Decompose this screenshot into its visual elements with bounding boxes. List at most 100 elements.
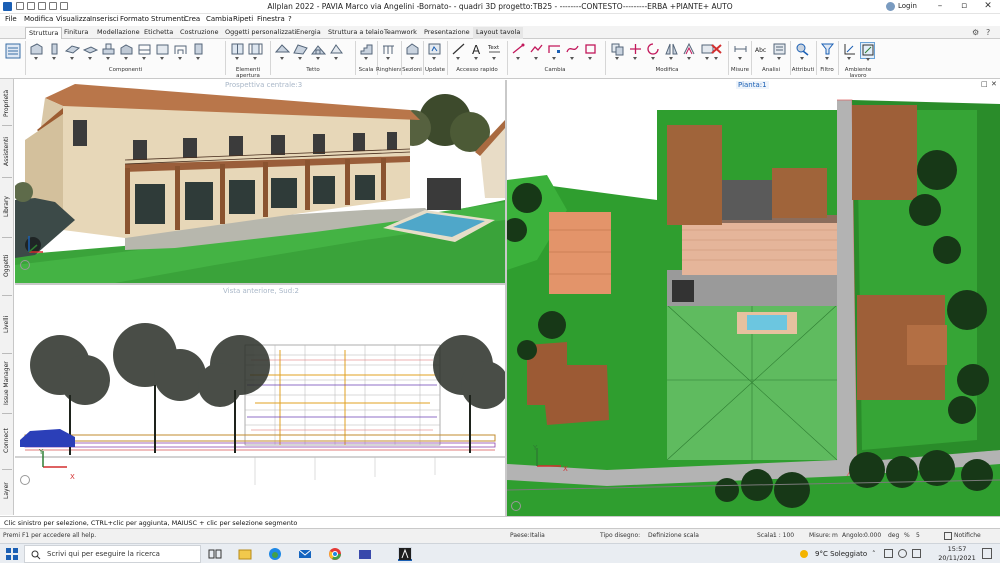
notifications-icon[interactable] [944, 532, 952, 540]
recess-tool-icon[interactable] [173, 42, 188, 60]
foundation-tool-icon[interactable] [101, 42, 116, 60]
front-viewport-settings-icon[interactable] [20, 475, 30, 485]
side-tab-library[interactable]: Library [1, 179, 12, 235]
tab-struttura[interactable]: Struttura [25, 27, 63, 39]
settings-gear-icon[interactable]: ⚙ [972, 28, 979, 37]
mail-icon[interactable] [298, 547, 312, 561]
attributes-tool-icon[interactable] [795, 42, 810, 60]
tab-teamwork[interactable]: Teamwork [381, 27, 420, 39]
menu-modifica[interactable]: Modifica [24, 15, 53, 23]
tab-costruzione[interactable]: Costruzione [177, 27, 222, 39]
viewport-front[interactable]: Vista anteriore, Sud:2 Y X [15, 285, 505, 516]
roof-tool-icon[interactable] [274, 42, 291, 60]
dormer-icon[interactable] [311, 42, 327, 60]
notifications-button[interactable]: Notifiche [954, 532, 981, 539]
side-tab-livelli[interactable]: Livelli [1, 297, 12, 351]
rotate-tool-icon[interactable] [646, 42, 661, 60]
railing-tool-icon[interactable] [381, 42, 396, 60]
menu-help[interactable]: ? [288, 15, 292, 23]
viewport-perspective[interactable]: Prospettiva centrale:3 [15, 80, 505, 283]
menu-strumenti[interactable]: Strumenti [151, 15, 186, 23]
tray-chevron-up-icon[interactable]: ˄ [872, 550, 876, 558]
offset-tool-icon[interactable] [682, 42, 697, 60]
wall-tool-icon[interactable] [29, 42, 44, 60]
move-tool-icon[interactable] [628, 42, 643, 60]
language-icon[interactable] [912, 549, 921, 558]
plan-viewport-settings-icon[interactable] [511, 501, 521, 511]
mirror-tool-icon[interactable] [664, 42, 679, 60]
allplan-taskbar-icon[interactable] [398, 547, 412, 561]
beam-tool-icon[interactable] [64, 42, 81, 60]
paese-value[interactable]: Italia [530, 532, 545, 539]
close-icon[interactable]: ✕ [976, 0, 1000, 14]
filter-tool-icon[interactable] [820, 42, 835, 60]
tab-layout-tavola[interactable]: Layout tavola [473, 27, 524, 39]
section-tool-icon[interactable] [405, 42, 420, 60]
stretch-entities-icon[interactable] [583, 42, 598, 60]
file-explorer-icon[interactable] [238, 547, 252, 561]
side-tab-issue-manager[interactable]: Issue Manager [1, 355, 12, 411]
maximize-icon[interactable]: ▫ [952, 0, 976, 14]
column-tool-icon[interactable] [47, 42, 62, 60]
user-icon[interactable] [886, 2, 895, 11]
chrome-browser-icon[interactable] [328, 547, 342, 561]
window-tool-icon[interactable] [230, 42, 245, 60]
measure-tool-icon[interactable] [733, 42, 748, 60]
tab-oggetti-personalizzati[interactable]: Oggetti personalizzati [222, 27, 299, 39]
minimize-icon[interactable]: – [928, 0, 952, 14]
menu-finestra[interactable]: Finestra [257, 15, 285, 23]
weather-text[interactable]: 9°C Soleggiato [815, 550, 867, 558]
tab-energia[interactable]: Energia [293, 27, 324, 39]
line-tool-icon[interactable] [451, 42, 466, 60]
clock-date[interactable]: 20/11/2021 [936, 554, 978, 562]
viewport-close-icon[interactable]: ✕ [991, 80, 997, 88]
side-tab-oggetti[interactable]: Oggetti [1, 239, 12, 293]
room-tool-icon[interactable] [137, 42, 152, 60]
viewport-maximize-icon[interactable]: □ [981, 80, 988, 88]
clock-time[interactable]: 15:57 [942, 545, 972, 553]
roof-covering-icon[interactable] [329, 42, 344, 60]
windows-start-icon[interactable] [5, 547, 19, 561]
modify-curve-icon[interactable] [565, 42, 580, 60]
menu-visualizza[interactable]: Visualizza [56, 15, 90, 23]
text-tool-icon[interactable]: A [469, 42, 484, 60]
viewport-settings-icon[interactable] [20, 260, 30, 270]
tab-finitura[interactable]: Finitura [61, 27, 91, 39]
menu-cambia[interactable]: Cambia [206, 15, 233, 23]
notification-center-icon[interactable] [982, 548, 992, 559]
list-tool-icon[interactable] [772, 42, 787, 60]
menu-file[interactable]: File [5, 15, 17, 23]
report-tool-icon[interactable]: Abc [755, 42, 770, 60]
stair-tool-icon[interactable] [359, 42, 374, 60]
tab-presentazione[interactable]: Presentazione [421, 27, 473, 39]
edge-browser-icon[interactable] [268, 547, 282, 561]
door-tool-icon[interactable] [248, 42, 263, 60]
scala-value[interactable]: 1 : 100 [773, 532, 794, 539]
menu-formato[interactable]: Formato [120, 15, 149, 23]
video-app-icon[interactable] [358, 547, 372, 561]
tipo-disegno-value[interactable]: Definizione scala [648, 532, 699, 539]
slab-tool-icon[interactable] [82, 42, 99, 60]
delete-tool-icon[interactable] [709, 42, 724, 60]
volume-icon[interactable] [898, 549, 907, 558]
copy-tool-icon[interactable] [610, 42, 625, 60]
modify-polyline-icon[interactable] [529, 42, 544, 60]
side-tab-layer[interactable]: Layer [1, 471, 12, 511]
update-tool-icon[interactable] [427, 42, 442, 60]
finish-surface-icon[interactable] [155, 42, 170, 60]
tab-struttura-a-telaio[interactable]: Struttura a telaio [325, 27, 387, 39]
properties-palette-button[interactable] [4, 42, 22, 66]
task-view-icon[interactable] [208, 547, 222, 561]
side-tab-assistenti[interactable]: Assistenti [1, 127, 12, 175]
modify-lines-icon[interactable] [511, 42, 526, 60]
upstand-tool-icon[interactable] [119, 42, 134, 60]
tab-modellazione[interactable]: Modellazione [94, 27, 143, 39]
tab-etichetta[interactable]: Etichetta [141, 27, 176, 39]
side-tab-proprieta[interactable]: Proprietà [1, 83, 12, 123]
taskbar-search-box[interactable]: Scrivi qui per eseguire la ricerca [24, 545, 201, 563]
roof-plane-icon[interactable] [293, 42, 308, 60]
chimney-tool-icon[interactable] [191, 42, 206, 60]
deg-value[interactable]: % [904, 532, 910, 539]
menu-inserisci[interactable]: Inserisci [90, 15, 119, 23]
text-parameters-icon[interactable]: Text [487, 42, 502, 60]
